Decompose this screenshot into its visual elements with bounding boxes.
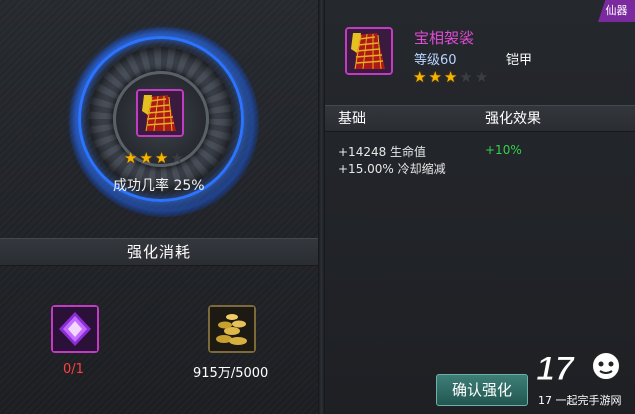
star-filled-icon: ★ [413, 68, 427, 86]
success-rate: 成功几率 25% [113, 178, 205, 194]
stat-bonus: +10% [485, 143, 522, 157]
watermark-text: 17 一起完手游网 [538, 393, 622, 407]
stats-header-base: 基础 [338, 111, 366, 127]
stat-line: +14248 生命值 [338, 145, 427, 159]
star-empty-icon: ★ [170, 149, 184, 167]
panel-divider [318, 0, 325, 414]
crystal-icon [53, 307, 97, 351]
crystal-slot[interactable] [51, 305, 99, 353]
star-filled-icon: ★ [443, 68, 458, 86]
gold-coins-icon [210, 307, 254, 351]
item-type: 铠甲 [506, 53, 533, 68]
star-empty-icon: ★ [474, 68, 489, 86]
gold-slot[interactable] [208, 305, 256, 353]
confirm-enhance-button[interactable]: 确认强化 [436, 374, 528, 406]
stats-header-bar [325, 105, 635, 132]
item-name: 宝相袈裟 [414, 29, 475, 47]
robe-icon [347, 29, 391, 73]
gold-count: 915万/5000 [193, 366, 269, 381]
robe-icon [138, 91, 182, 135]
stats-header-effect: 强化效果 [485, 111, 541, 127]
crystal-count: 0/1 [63, 362, 84, 377]
cost-header: 强化消耗 [0, 238, 318, 266]
item-level: 等级60 [414, 53, 457, 68]
svg-text:17: 17 [536, 350, 576, 388]
star-filled-icon: ★ [124, 149, 138, 167]
enhance-item-icon[interactable] [136, 89, 184, 137]
item-icon[interactable] [345, 27, 393, 75]
star-filled-icon: ★ [154, 149, 169, 167]
stat-line: +15.00% 冷却缩减 [338, 162, 446, 176]
enhance-star-row: ★ ★ ★ ★ [124, 150, 184, 166]
star-filled-icon: ★ [428, 68, 442, 86]
star-filled-icon: ★ [139, 149, 153, 167]
site-watermark: 17 17 一起完手游网 [536, 350, 622, 408]
item-star-row: ★ ★ ★ ★ ★ [413, 69, 488, 85]
star-empty-icon: ★ [459, 68, 473, 86]
